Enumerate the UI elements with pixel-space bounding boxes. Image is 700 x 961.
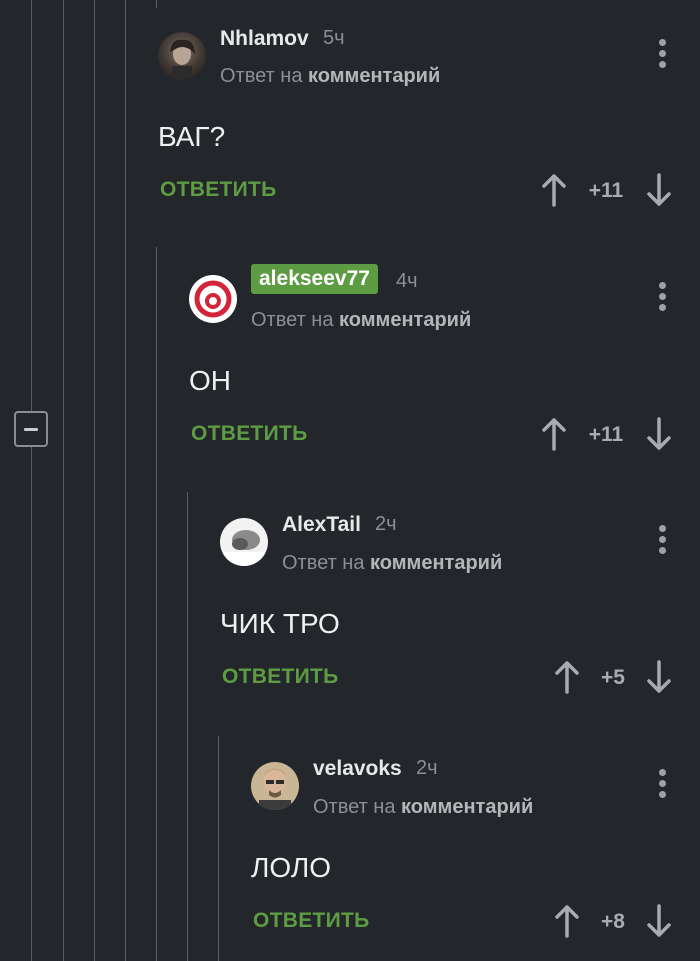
rating-value: +5 <box>601 666 625 689</box>
author-name[interactable]: AlexTail <box>282 513 361 537</box>
rating-value: +11 <box>588 423 624 446</box>
comment-text: ЛОЛО <box>251 852 331 883</box>
person-photo-icon <box>259 768 291 810</box>
kebab-menu-icon[interactable] <box>658 39 666 69</box>
kebab-menu-icon[interactable] <box>658 769 666 799</box>
comment-time: 4ч <box>396 270 418 292</box>
reply-to-link[interactable]: комментарий <box>308 65 440 87</box>
arrow-up-icon[interactable] <box>554 904 580 938</box>
collapse-thread-button[interactable] <box>14 411 48 447</box>
reply-to-line: Ответ на комментарий <box>251 309 471 332</box>
rating-value: +8 <box>601 910 625 933</box>
kebab-menu-icon[interactable] <box>658 282 666 312</box>
thread-line <box>125 0 126 961</box>
arrow-up-icon[interactable] <box>541 417 567 451</box>
reply-to-link[interactable]: комментарий <box>401 796 533 818</box>
reply-to-line: Ответ на комментарий <box>313 796 533 819</box>
comment-time: 2ч <box>375 513 397 535</box>
arrow-up-icon[interactable] <box>554 660 580 694</box>
arrow-down-icon[interactable] <box>646 660 672 694</box>
reply-to-prefix: Ответ на <box>282 552 365 574</box>
thread-line <box>218 736 219 961</box>
comment-time: 5ч <box>323 27 345 49</box>
arrow-up-icon[interactable] <box>541 173 567 207</box>
reply-button[interactable]: ОТВЕТИТЬ <box>222 665 339 689</box>
person-photo-icon <box>170 39 195 80</box>
thread-line <box>156 247 157 961</box>
author-name[interactable]: Nhlamov <box>220 27 309 51</box>
comment-text: ЧИК ТРО <box>220 608 340 639</box>
comment-text: ВАГ? <box>158 121 226 152</box>
logo-icon <box>194 280 232 318</box>
reply-to-prefix: Ответ на <box>251 309 334 331</box>
avatar[interactable] <box>189 275 237 323</box>
reply-to-link[interactable]: комментарий <box>339 309 471 331</box>
reply-to-line: Ответ на комментарий <box>282 552 502 575</box>
thread-line <box>187 492 188 961</box>
arrow-down-icon[interactable] <box>646 417 672 451</box>
arrow-down-icon[interactable] <box>646 904 672 938</box>
person-photo-icon <box>220 530 268 566</box>
author-name[interactable]: velavoks <box>313 757 402 781</box>
reply-to-prefix: Ответ на <box>220 65 303 87</box>
thread-line <box>156 0 157 8</box>
reply-to-line: Ответ на комментарий <box>220 65 440 88</box>
avatar[interactable] <box>220 518 268 566</box>
thread-line <box>31 0 32 961</box>
reply-to-prefix: Ответ на <box>313 796 396 818</box>
author-name-badge[interactable]: alekseev77 <box>251 264 378 294</box>
arrow-down-icon[interactable] <box>646 173 672 207</box>
reply-to-link[interactable]: комментарий <box>370 552 502 574</box>
reply-button[interactable]: ОТВЕТИТЬ <box>191 422 308 446</box>
reply-button[interactable]: ОТВЕТИТЬ <box>253 909 370 933</box>
kebab-menu-icon[interactable] <box>658 525 666 555</box>
avatar[interactable] <box>251 762 299 810</box>
avatar[interactable] <box>158 32 206 80</box>
reply-button[interactable]: ОТВЕТИТЬ <box>160 178 277 202</box>
thread-line <box>94 0 95 961</box>
comment-time: 2ч <box>416 757 438 779</box>
thread-line <box>63 0 64 961</box>
comment-text: ОН <box>189 365 231 396</box>
rating-value: +11 <box>588 179 624 202</box>
